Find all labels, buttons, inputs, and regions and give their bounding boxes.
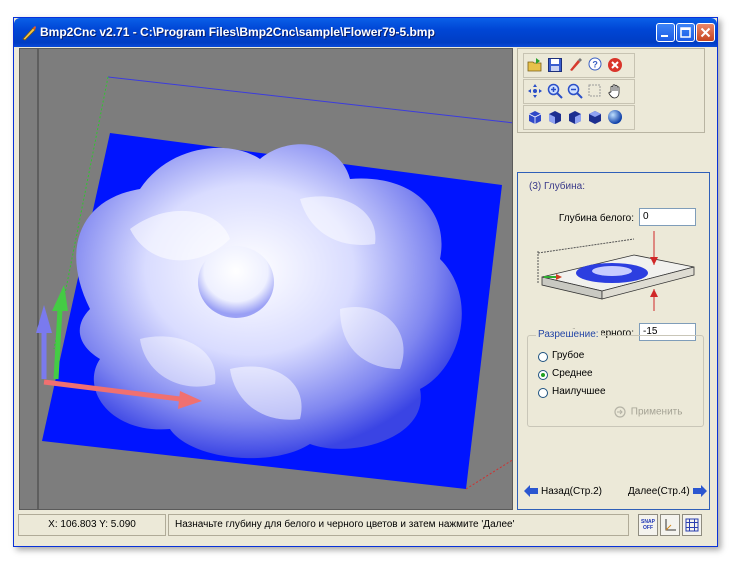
back-button[interactable]: Назад(Стр.2) — [524, 485, 602, 497]
back-label: Назад(Стр.2) — [541, 485, 603, 497]
title-bar[interactable]: Bmp2Cnc v2.71 - C:\Program Files\Bmp2Cnc… — [14, 18, 717, 47]
toolbar-row-view — [523, 79, 635, 104]
window-title: Bmp2Cnc v2.71 - C:\Program Files\Bmp2Cnc… — [40, 25, 435, 39]
radio-best-label[interactable]: Наилучшее — [552, 386, 606, 397]
maximize-icon — [680, 27, 691, 38]
radio-medium[interactable] — [538, 370, 548, 380]
resolution-legend: Разрешение: — [536, 329, 601, 340]
minimize-button[interactable] — [656, 23, 675, 42]
status-hint: Назначьте глубину для белого и черного ц… — [168, 514, 629, 536]
relief-render — [36, 49, 512, 509]
move-button[interactable] — [526, 82, 544, 100]
svg-text:?: ? — [592, 60, 598, 70]
close-button[interactable] — [696, 23, 715, 42]
zoom-window-button[interactable] — [586, 82, 604, 100]
radio-coarse[interactable] — [538, 352, 548, 362]
3d-viewport[interactable] — [19, 48, 513, 510]
axes-icon — [665, 519, 676, 531]
radio-coarse-label[interactable]: Грубое — [552, 350, 584, 361]
pan-hand-button[interactable] — [606, 82, 624, 100]
view-left-button[interactable] — [546, 108, 564, 126]
help-icon: ? — [588, 57, 602, 71]
move-icon — [528, 84, 542, 98]
pen-button[interactable] — [566, 56, 584, 74]
zoom-in-icon — [547, 83, 563, 99]
help-button[interactable]: ? — [586, 56, 604, 74]
zoom-out-button[interactable] — [566, 82, 584, 100]
view-left-icon — [549, 111, 561, 124]
step-title: (3) Глубина: — [529, 181, 585, 192]
snap-toggle-button[interactable]: SNAP OFF — [638, 514, 658, 536]
status-bar: X: 106.803 Y: 5.090 Назначьте глубину дл… — [18, 514, 713, 540]
minimize-icon — [661, 35, 668, 37]
grid-toggle-button[interactable] — [682, 514, 702, 536]
stop-icon — [608, 58, 622, 72]
apply-label: Применить — [630, 406, 683, 418]
save-icon — [548, 58, 562, 72]
toolbar-row-camera — [523, 105, 635, 130]
app-window: Bmp2Cnc v2.71 - C:\Program Files\Bmp2Cnc… — [13, 17, 718, 547]
zoom-out-icon — [567, 83, 583, 99]
view-right-button[interactable] — [566, 108, 584, 126]
snap-label: SNAP OFF — [641, 519, 655, 531]
view-front-button[interactable] — [526, 108, 544, 126]
maximize-button[interactable] — [676, 23, 695, 42]
arrow-right-icon — [692, 485, 707, 497]
resolution-group: Разрешение: Грубое Среднее Наилучшее При… — [527, 329, 704, 427]
next-label: Далее(Стр.4) — [628, 485, 690, 497]
sphere-icon — [608, 110, 622, 124]
close-icon — [700, 27, 711, 38]
save-button[interactable] — [546, 56, 564, 74]
arrow-left-icon — [524, 485, 538, 497]
axes-toggle-button[interactable] — [660, 514, 680, 536]
depth-diagram — [537, 231, 695, 311]
apply-icon — [614, 406, 626, 418]
view-top-button[interactable] — [586, 108, 604, 126]
white-depth-label: Глубина белого: — [558, 213, 634, 224]
app-icon — [22, 26, 36, 41]
view-front-icon — [528, 111, 542, 124]
zoom-window-icon — [588, 84, 601, 97]
depth-panel: (3) Глубина: Глубина белого: 0 Глубина ч… — [517, 172, 710, 510]
apply-button[interactable]: Применить — [614, 406, 682, 418]
white-depth-field[interactable]: 0 — [639, 208, 696, 226]
pan-hand-icon — [608, 84, 620, 99]
coords-readout: X: 106.803 Y: 5.090 — [18, 514, 166, 536]
view-right-icon — [569, 111, 581, 124]
grid-icon — [685, 518, 699, 532]
open-button[interactable] — [526, 56, 544, 74]
sphere-button[interactable] — [606, 108, 624, 126]
radio-best[interactable] — [538, 388, 548, 398]
view-top-icon — [589, 111, 601, 124]
stop-button[interactable] — [606, 56, 624, 74]
toolbar-row-file: ? — [523, 53, 635, 78]
toolbar: ? — [517, 48, 705, 133]
next-button[interactable]: Далее(Стр.4) — [628, 485, 707, 497]
zoom-in-button[interactable] — [546, 82, 564, 100]
radio-medium-label[interactable]: Среднее — [552, 368, 593, 379]
pen-icon — [570, 58, 582, 71]
open-icon — [527, 58, 542, 72]
